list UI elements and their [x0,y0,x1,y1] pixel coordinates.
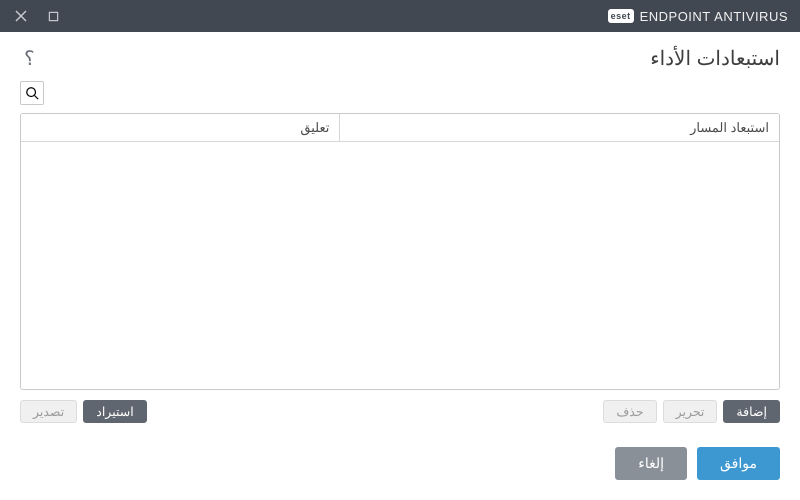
brand-product: ENDPOINT ANTIVIRUS [640,9,788,24]
maximize-icon[interactable] [46,9,60,23]
delete-button: حذف [603,400,656,423]
page-title: استبعادات الأداء [650,46,780,71]
brand-badge: eset [608,9,634,23]
titlebar: eset ENDPOINT ANTIVIRUS [0,0,800,32]
brand: eset ENDPOINT ANTIVIRUS [608,0,788,32]
table-body[interactable] [21,142,779,389]
table-header: استبعاد المسار تعليق [21,114,779,142]
content: استبعاد المسار تعليق [0,105,800,390]
search-icon [25,86,39,100]
search-input[interactable] [20,81,44,105]
column-path[interactable]: استبعاد المسار [339,114,779,141]
cancel-button[interactable]: إلغاء [615,447,687,480]
window-controls [0,9,60,23]
help-icon[interactable]: ؟ [24,49,35,69]
actions-row: إضافة تحرير حذف استيراد تصدير [0,390,800,423]
column-comment[interactable]: تعليق [21,114,339,141]
header: استبعادات الأداء ؟ [0,32,800,81]
exclusions-table: استبعاد المسار تعليق [20,113,780,390]
footer: موافق إلغاء [0,423,800,500]
spacer [153,400,598,423]
search-wrap [0,81,800,105]
export-button: تصدير [20,400,77,423]
edit-button: تحرير [663,400,718,423]
ok-button[interactable]: موافق [697,447,780,480]
import-button[interactable]: استيراد [83,400,146,423]
add-button[interactable]: إضافة [723,400,780,423]
close-icon[interactable] [14,9,28,23]
